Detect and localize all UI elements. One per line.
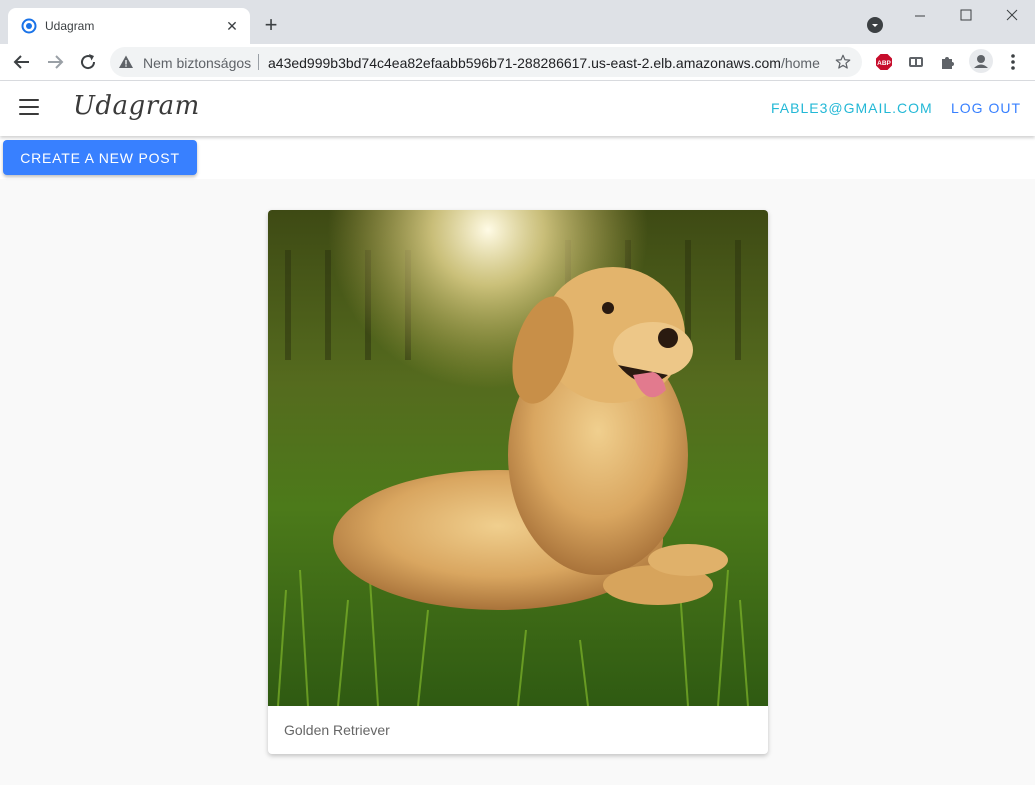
feed-content: Golden Retriever — [0, 179, 1035, 785]
abp-icon[interactable]: ABP — [875, 53, 893, 71]
more-vertical-icon[interactable] — [1004, 50, 1022, 74]
window-close-icon[interactable] — [989, 0, 1035, 32]
browser-toolbar: Nem biztonságos a43ed999b3bd74c4ea82efaa… — [0, 44, 1035, 81]
url-host: a43ed999b3bd74c4ea82efaabb596b71-2882866… — [268, 55, 781, 71]
browser-tab[interactable]: Udagram ✕ — [8, 8, 250, 44]
user-email-link[interactable]: FABLE3@GMAIL.COM — [771, 100, 933, 116]
back-arrow-icon[interactable] — [10, 50, 34, 74]
url-text[interactable]: a43ed999b3bd74c4ea82efaabb596b71-2882866… — [268, 55, 820, 71]
profile-avatar-icon[interactable] — [969, 49, 993, 73]
address-bar[interactable]: Nem biztonságos a43ed999b3bd74c4ea82efaa… — [110, 47, 862, 77]
new-tab-icon[interactable]: + — [259, 14, 283, 38]
close-tab-icon[interactable]: ✕ — [222, 16, 242, 36]
forward-arrow-icon[interactable] — [43, 50, 67, 74]
maximize-icon[interactable] — [943, 0, 989, 32]
minimize-icon[interactable] — [897, 0, 943, 32]
create-post-button[interactable]: CREATE A NEW POST — [3, 140, 197, 175]
post-caption: Golden Retriever — [284, 722, 390, 738]
svg-text:ABP: ABP — [877, 60, 891, 67]
reload-icon[interactable] — [76, 50, 100, 74]
bookmark-star-icon[interactable] — [834, 53, 852, 71]
tab-title: Udagram — [45, 19, 95, 33]
browser-tab-strip: Udagram ✕ + — [0, 0, 1035, 44]
security-label[interactable]: Nem biztonságos — [143, 55, 251, 71]
omnibox-divider — [258, 54, 259, 70]
url-path: /home — [780, 55, 820, 71]
reader-icon[interactable] — [907, 53, 925, 71]
golden-retriever-photo — [268, 210, 768, 706]
logout-button[interactable]: LOG OUT — [951, 100, 1021, 116]
puzzle-icon[interactable] — [939, 53, 957, 71]
brand-logo: Udagram — [73, 91, 200, 121]
app-header: Udagram FABLE3@GMAIL.COM LOG OUT — [0, 81, 1035, 136]
tab-search-icon[interactable] — [867, 17, 883, 33]
feed-card[interactable]: Golden Retriever — [268, 210, 768, 754]
app-page: Udagram FABLE3@GMAIL.COM LOG OUT CREATE … — [0, 81, 1035, 810]
hamburger-menu-icon[interactable] — [19, 99, 39, 115]
warning-icon[interactable] — [118, 54, 134, 70]
loading-favicon-icon — [21, 18, 37, 34]
